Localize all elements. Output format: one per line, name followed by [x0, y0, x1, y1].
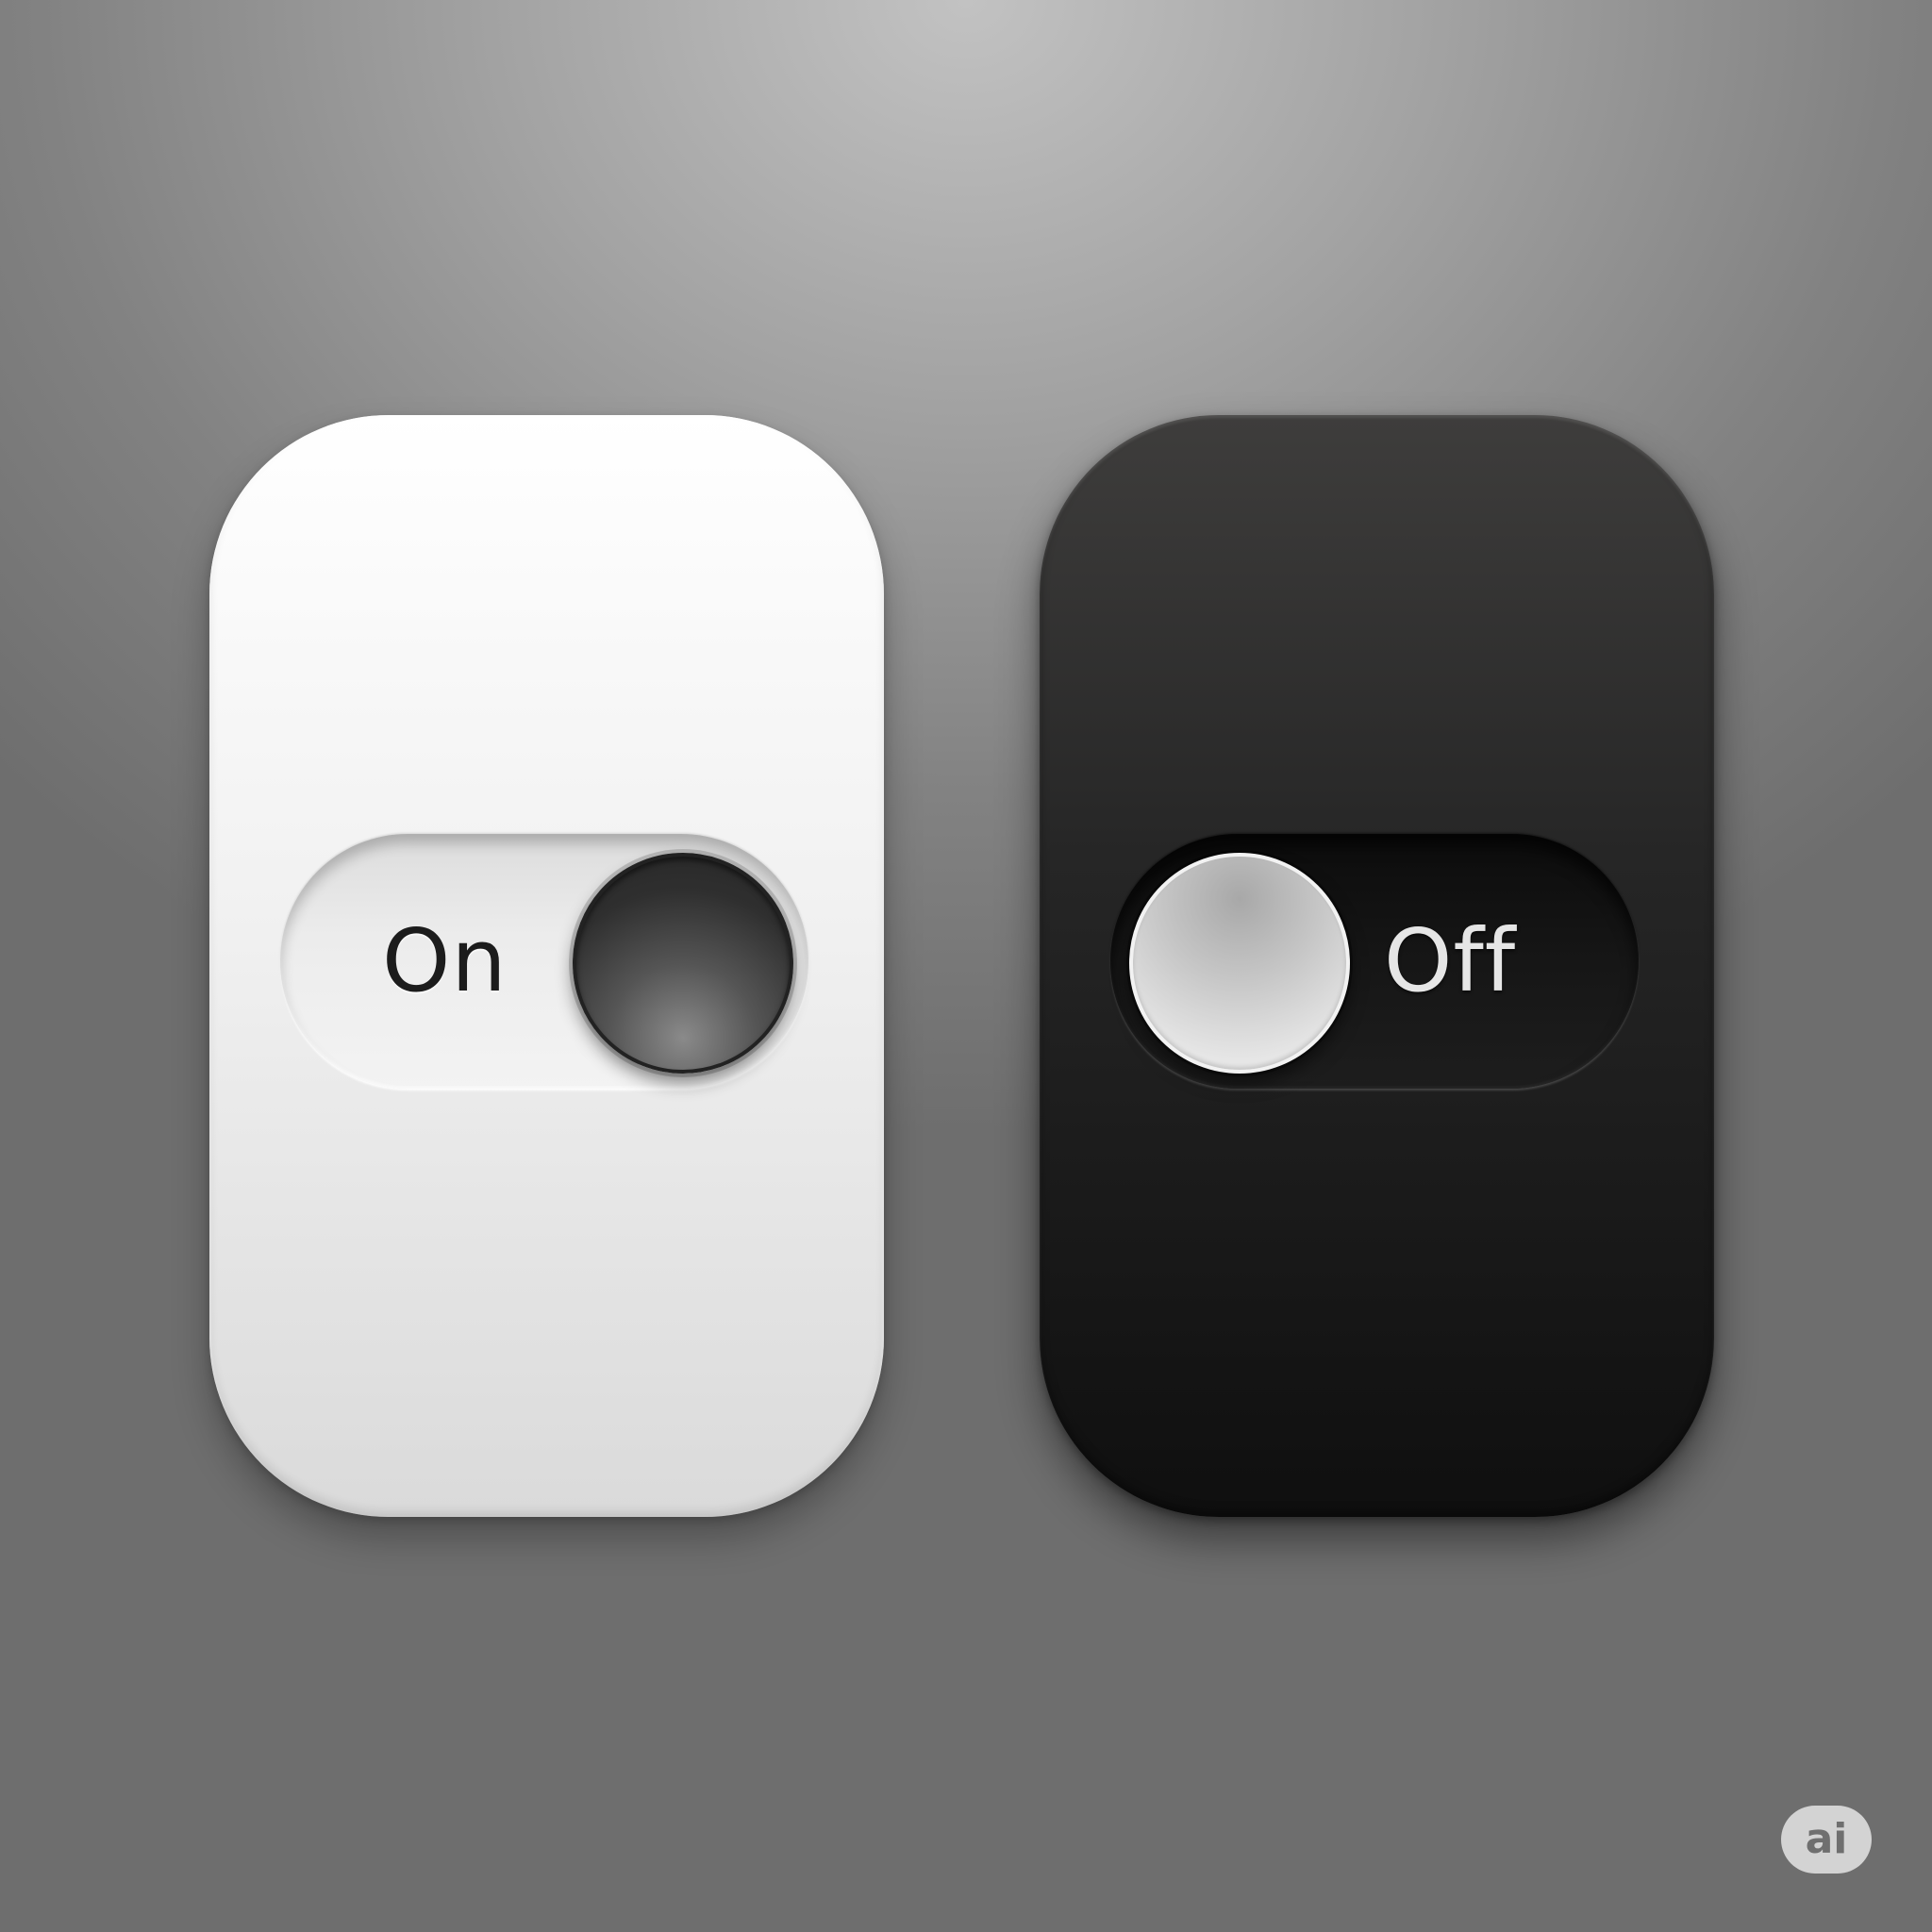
off-toggle-switch[interactable]: Off	[1110, 834, 1639, 1089]
off-label: Off	[1384, 910, 1517, 1011]
toggle-knob[interactable]	[1129, 853, 1350, 1074]
on-switch-card: On	[209, 415, 884, 1517]
off-switch-card: Off	[1040, 415, 1714, 1517]
toggle-knob[interactable]	[573, 853, 793, 1074]
on-label: On	[382, 910, 508, 1011]
ai-badge: ai	[1781, 1806, 1872, 1874]
on-toggle-switch[interactable]: On	[280, 834, 808, 1089]
